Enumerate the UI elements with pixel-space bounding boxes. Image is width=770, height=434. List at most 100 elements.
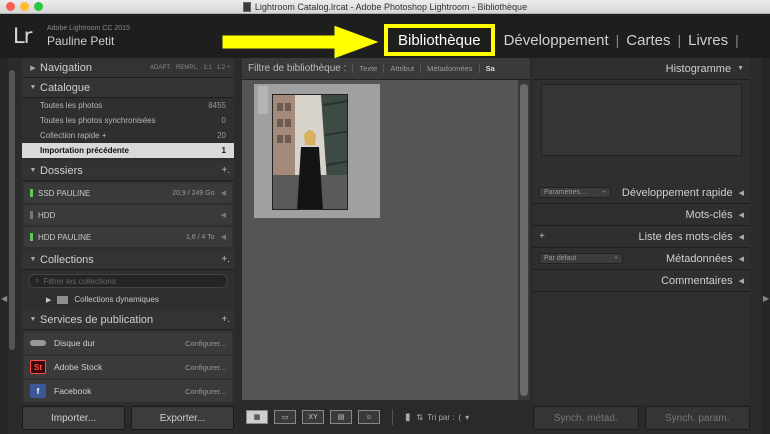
export-button[interactable]: Exporter... [131, 406, 234, 430]
publish-service-hard-drive[interactable]: Disque dur Configurer... [24, 332, 232, 354]
add-keyword-button[interactable]: + [539, 231, 545, 242]
grid-scrollbar[interactable] [518, 80, 530, 400]
volume-label: HDD [38, 210, 56, 220]
sort-control[interactable]: ⇅ Tri par : ( ▾ [417, 413, 470, 422]
publish-services-header[interactable]: ▼ Services de publication +. [22, 310, 234, 330]
survey-view-button[interactable]: ▤ [330, 410, 352, 424]
close-window-button[interactable] [6, 2, 15, 11]
publish-service-label: Facebook [54, 386, 92, 396]
volume-status-icon [30, 189, 33, 197]
quick-develop-header[interactable]: Paramètres... ÷ Développement rapide ◀ [533, 182, 750, 204]
catalog-item-count: 8455 [208, 101, 226, 110]
right-panel-buttons: Synch. métad. Synch. param. [533, 406, 750, 430]
minimize-window-button[interactable] [20, 2, 29, 11]
catalog-header[interactable]: ▼ Catalogue [22, 78, 234, 98]
volume-hdd-pauline[interactable]: HDD PAULINE 1,6 / 4 To ◀ [24, 227, 232, 247]
filter-attribute-option[interactable]: Attribut [383, 64, 420, 73]
filter-none-option[interactable]: Sa [478, 64, 501, 73]
publish-service-label: Disque dur [54, 338, 96, 348]
catalog-item-previous-import[interactable]: Importation précédente 1 [22, 143, 234, 158]
sync-metadata-button[interactable]: Synch. métad. [533, 406, 639, 430]
zoom-custom-option[interactable]: 1:2 ÷ [217, 65, 230, 71]
catalog-item-all-photos[interactable]: Toutes les photos 8455 [22, 98, 234, 113]
loupe-view-button[interactable]: ▭ [274, 410, 296, 424]
collection-set-smart[interactable]: ▶ Collections dynamiques [22, 292, 234, 307]
adobe-stock-icon: St [30, 360, 46, 374]
volume-hdd[interactable]: HDD ◀ [24, 205, 232, 225]
metadata-label: Métadonnées [665, 252, 733, 265]
catalog-item-count: 0 [221, 116, 226, 125]
triangle-left-icon: ◀ [738, 277, 744, 285]
sync-settings-button[interactable]: Synch. param. [644, 406, 750, 430]
lightroom-logo: Lr [13, 24, 32, 48]
configure-link[interactable]: Configurer... [185, 339, 226, 348]
triangle-left-icon: ◀ [738, 189, 744, 197]
volume-ssd-pauline[interactable]: SSD PAULINE 20,9 / 249 Go ◀ [24, 183, 232, 203]
sort-label: Tri par : [427, 412, 455, 422]
facebook-icon: f [30, 384, 46, 398]
module-library[interactable]: Bibliothèque [384, 24, 495, 56]
window-titlebar: Lightroom Catalog.lrcat - Adobe Photosho… [0, 0, 770, 14]
keywording-label: Mots-clés [685, 208, 733, 221]
publish-service-adobe-stock[interactable]: St Adobe Stock Configurer... [24, 356, 232, 378]
metadata-preset-select[interactable]: Par défaut ÷ [539, 253, 623, 264]
grid-view-button[interactable]: ▦ [246, 410, 268, 424]
zoom-fill-option[interactable]: REMPL. [176, 65, 198, 71]
configure-link[interactable]: Configurer... [185, 387, 226, 396]
keyword-list-label: Liste des mots-clés [638, 230, 733, 243]
module-map[interactable]: Cartes [619, 32, 677, 49]
preset-value: Par défaut [544, 255, 577, 262]
import-button[interactable]: Importer... [22, 406, 125, 430]
histogram-header[interactable]: Histogramme ▼ [533, 58, 750, 80]
library-filter-bar: Filtre de bibliothèque : Texte Attribut … [242, 58, 530, 80]
people-view-button[interactable]: ☺ [358, 410, 380, 424]
left-panel-toggle[interactable]: ◀ [0, 58, 8, 434]
keyword-list-header[interactable]: + Liste des mots-clés ◀ [533, 226, 750, 248]
filter-metadata-option[interactable]: Métadonnées [420, 64, 478, 73]
zoom-1-1-option[interactable]: 1:1 [203, 65, 211, 71]
photo-grid-cell[interactable] [254, 84, 380, 218]
left-panel-scrollbar[interactable] [9, 70, 15, 350]
zoom-fit-option[interactable]: ADAPT. [150, 65, 171, 71]
publish-service-facebook[interactable]: f Facebook Configurer... [24, 380, 232, 402]
spray-can-icon[interactable]: ▮ [405, 412, 411, 423]
collections-header[interactable]: ▼ Collections +. [22, 250, 234, 270]
volume-status-icon [30, 211, 33, 219]
right-panel-toggle[interactable]: ▶ [762, 58, 770, 434]
compare-view-button[interactable]: XY [302, 410, 324, 424]
folders-label: Dossiers [40, 164, 83, 177]
chevron-updown-icon: ÷ [602, 189, 606, 196]
volume-size: 20,9 / 249 Go [172, 189, 215, 197]
chevron-down-icon: ▾ [465, 412, 470, 422]
zoom-window-button[interactable] [34, 2, 43, 11]
filter-text-option[interactable]: Texte [352, 64, 383, 73]
catalog-item-synced[interactable]: Toutes les photos synchronisées 0 [22, 113, 234, 128]
comments-header[interactable]: Commentaires ◀ [533, 270, 750, 292]
photo-thumbnail[interactable] [272, 94, 348, 210]
add-folder-button[interactable]: +. [221, 165, 230, 176]
keywording-header[interactable]: Mots-clés ◀ [533, 204, 750, 226]
triangle-right-icon: ▶ [763, 294, 770, 303]
folders-header[interactable]: ▼ Dossiers +. [22, 161, 234, 181]
navigator-label: Navigation [40, 61, 92, 74]
metadata-header[interactable]: Par défaut ÷ Métadonnées ◀ [533, 248, 750, 270]
add-publish-service-button[interactable]: +. [221, 314, 230, 325]
histogram-label: Histogramme [665, 62, 732, 75]
module-book[interactable]: Livres [681, 32, 735, 49]
catalog-item-count: 20 [217, 131, 226, 140]
module-separator: | [735, 32, 739, 48]
triangle-down-icon: ▼ [29, 167, 37, 174]
catalog-item-quick-collection[interactable]: Collection rapide + 20 [22, 128, 234, 143]
identity-plate: Lr Adobe Lightroom CC 2015 Pauline Petit… [0, 14, 770, 59]
triangle-left-icon: ◀ [220, 190, 226, 197]
collections-label: Collections [40, 253, 94, 266]
module-develop[interactable]: Développement [497, 32, 616, 49]
collections-filter-input[interactable]: ⌕ Filtrer les collections [28, 274, 228, 288]
navigator-header[interactable]: ▶ Navigation ADAPT. REMPL. 1:1 1:2 ÷ [22, 58, 234, 78]
catalog-item-label: Toutes les photos [40, 101, 103, 110]
triangle-right-icon: ▶ [30, 64, 36, 72]
quick-develop-preset-select[interactable]: Paramètres... ÷ [539, 187, 611, 198]
configure-link[interactable]: Configurer... [185, 363, 226, 372]
add-collection-button[interactable]: +. [221, 254, 230, 265]
grid-scroll-thumb[interactable] [520, 84, 528, 396]
